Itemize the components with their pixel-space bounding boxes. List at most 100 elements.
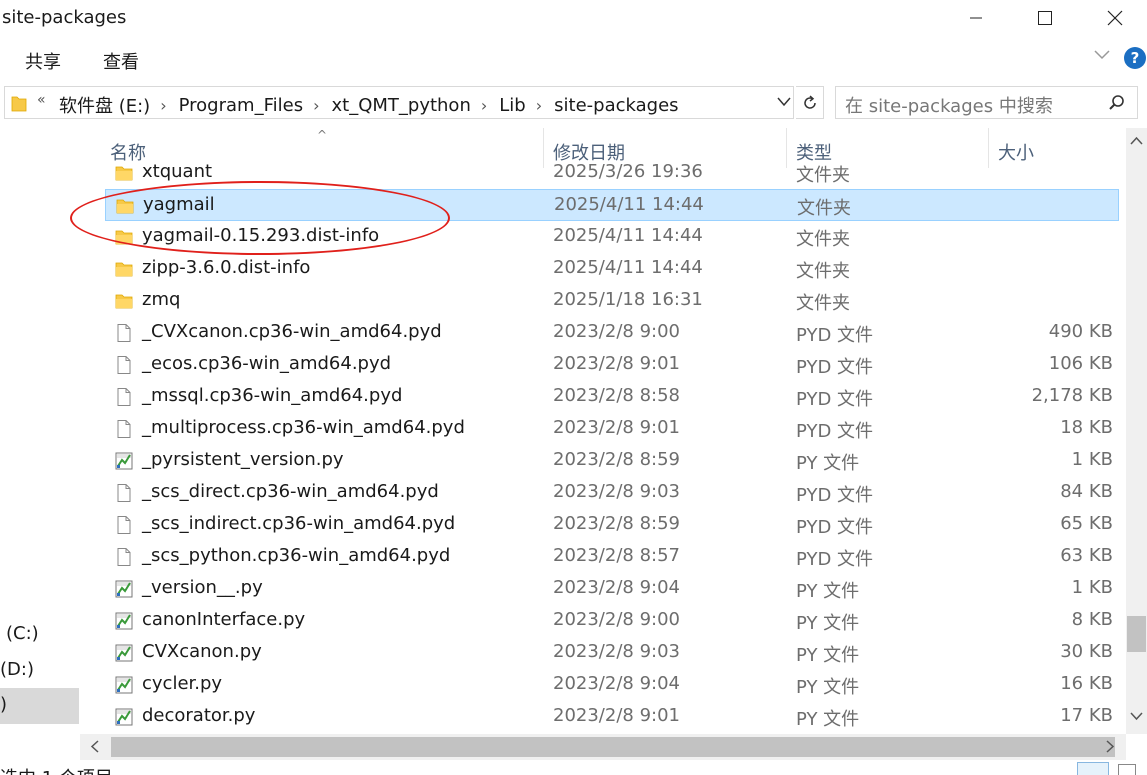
folder-icon [115,196,135,216]
file-row[interactable]: _CVXcanon.cp36-win_amd64.pyd 2023/2/8 9:0… [105,317,1119,349]
file-name: cycler.py [142,673,223,694]
file-icon [114,355,134,375]
file-date: 2023/2/8 9:00 [553,321,680,342]
file-name: _mssql.cp36-win_amd64.pyd [142,385,403,406]
file-date: 2023/2/8 9:00 [553,609,680,630]
chevron-down-icon[interactable] [777,97,791,107]
refresh-icon [803,94,816,109]
file-name: _scs_direct.cp36-win_amd64.pyd [142,481,439,502]
file-row[interactable]: canonInterface.py 2023/2/8 9:00 PY 文件 8 KB [105,605,1119,637]
file-date: 2025/3/26 19:36 [553,161,703,182]
file-row[interactable]: yagmail-0.15.293.dist-info 2025/4/11 14:4… [105,221,1119,253]
breadcrumb-program-files[interactable]: Program_Files [179,95,303,116]
nav-item-drive-d[interactable]: (D:) [0,653,79,689]
file-date: 2023/2/8 9:01 [553,353,680,374]
file-size: 18 KB [1060,417,1113,438]
file-name: _pyrsistent_version.py [142,449,344,470]
search-icon[interactable] [1108,94,1126,112]
chevron-right-icon[interactable]: › [536,96,542,115]
breadcrumb-lib[interactable]: Lib [499,95,525,116]
file-row[interactable]: _scs_indirect.cp36-win_amd64.pyd 2023/2/8… [105,509,1119,541]
scroll-left-icon[interactable] [90,740,100,753]
file-type: PY 文件 [796,645,860,666]
help-button[interactable]: ? [1124,47,1146,69]
file-date: 2023/2/8 8:59 [553,449,680,470]
file-date: 2023/2/8 9:03 [553,481,680,502]
vertical-scrollbar[interactable] [1126,128,1147,734]
file-row[interactable]: _ecos.cp36-win_amd64.pyd 2023/2/8 9:01 PYD… [105,349,1119,381]
details-view-button[interactable] [1077,762,1109,775]
file-row[interactable]: CVXcanon.py 2023/2/8 9:03 PY 文件 30 KB [105,637,1119,669]
tab-share[interactable]: 共享 [25,48,61,74]
breadcrumb-xt-qmt-python[interactable]: xt_QMT_python [331,95,470,116]
file-row[interactable]: zmq 2025/1/18 16:31 文件夹 [105,285,1119,317]
file-type: PYD 文件 [796,357,874,378]
breadcrumb-drive[interactable]: 软件盘 (E:) [59,92,150,118]
file-name: _multiprocess.cp36-win_amd64.pyd [142,417,465,438]
nav-item-drive-c[interactable]: (C:) [6,617,85,653]
file-row[interactable]: _version__.py 2023/2/8 9:04 PY 文件 1 KB [105,573,1119,605]
vertical-scroll-thumb[interactable] [1127,616,1146,652]
close-button[interactable] [1092,0,1138,36]
file-date: 2023/2/8 8:58 [553,385,680,406]
breadcrumb-site-packages[interactable]: site-packages [554,95,678,116]
folder-icon [11,96,27,112]
file-size: 63 KB [1060,545,1113,566]
file-icon [114,483,134,503]
horizontal-scrollbar[interactable] [80,734,1126,760]
file-type: PY 文件 [796,709,860,730]
file-type: 文件夹 [796,261,850,282]
file-name: _ecos.cp36-win_amd64.pyd [142,353,392,374]
file-icon [114,323,134,343]
search-input[interactable]: 在 site-packages 中搜索 [835,86,1138,119]
breadcrumb-overflow[interactable]: « [37,92,46,108]
chevron-right-icon[interactable]: › [481,96,487,115]
nav-item-drive-e[interactable]: ) [0,688,79,724]
file-row[interactable]: cycler.py 2023/2/8 9:04 PY 文件 16 KB [105,669,1119,701]
file-row[interactable]: _mssql.cp36-win_amd64.pyd 2023/2/8 8:58 PY… [105,381,1119,413]
file-row[interactable]: decorator.py 2023/2/8 9:01 PY 文件 17 KB [105,701,1119,733]
file-type: PY 文件 [796,677,860,698]
file-size: 17 KB [1060,705,1113,726]
file-size: 16 KB [1060,673,1113,694]
file-size: 1 KB [1071,449,1113,470]
chevron-right-icon[interactable]: › [313,96,319,115]
file-row[interactable]: _scs_direct.cp36-win_amd64.pyd 2023/2/8 9… [105,477,1119,509]
file-row[interactable]: _multiprocess.cp36-win_amd64.pyd 2023/2/8… [105,413,1119,445]
chevron-right-icon[interactable]: › [160,96,166,115]
file-date: 2023/2/8 9:03 [553,641,680,662]
scroll-down-icon[interactable] [1130,711,1143,721]
tab-view[interactable]: 查看 [103,48,139,74]
refresh-button[interactable] [796,86,824,119]
file-row[interactable]: zipp-3.6.0.dist-info 2025/4/11 14:44 文件夹 [105,253,1119,285]
ribbon-expand-chevron-icon[interactable] [1093,49,1111,61]
file-row[interactable]: _pyrsistent_version.py 2023/2/8 8:59 PY 文件… [105,445,1119,477]
file-name: xtquant [142,161,213,182]
file-name: yagmail [143,194,215,215]
file-size: 106 KB [1048,353,1113,374]
file-name: _scs_python.cp36-win_amd64.pyd [142,545,451,566]
file-date: 2023/2/8 8:57 [553,545,680,566]
horizontal-scroll-thumb[interactable] [111,737,1115,757]
file-date: 2023/2/8 8:59 [553,513,680,534]
close-icon [1107,10,1123,26]
status-bar: 选中 1 个项目 [0,760,1147,775]
minimize-button[interactable] [953,0,999,36]
file-type: PY 文件 [796,453,860,474]
file-type: 文件夹 [796,293,850,314]
file-size: 84 KB [1060,481,1113,502]
address-bar[interactable]: « 软件盘 (E:) › Program_Files › xt_QMT_pyth… [4,86,794,119]
window-title: site-packages [2,7,127,28]
maximize-button[interactable] [1022,0,1068,36]
file-row[interactable]: xtquant 2025/3/26 19:36 文件夹 [105,160,1119,189]
file-date: 2023/2/8 9:01 [553,417,680,438]
file-row-selected[interactable]: yagmail 2025/4/11 14:44 文件夹 [105,189,1119,221]
file-type: 文件夹 [796,229,850,250]
file-row[interactable]: _scs_python.cp36-win_amd64.pyd 2023/2/8 8… [105,541,1119,573]
scroll-right-icon[interactable] [1105,740,1115,753]
file-date: 2023/2/8 9:04 [553,673,680,694]
breadcrumb: 软件盘 (E:) › Program_Files › xt_QMT_python… [59,92,679,118]
folder-icon [114,291,134,311]
scroll-up-icon[interactable] [1130,136,1143,146]
large-icons-view-button[interactable] [1118,764,1136,775]
